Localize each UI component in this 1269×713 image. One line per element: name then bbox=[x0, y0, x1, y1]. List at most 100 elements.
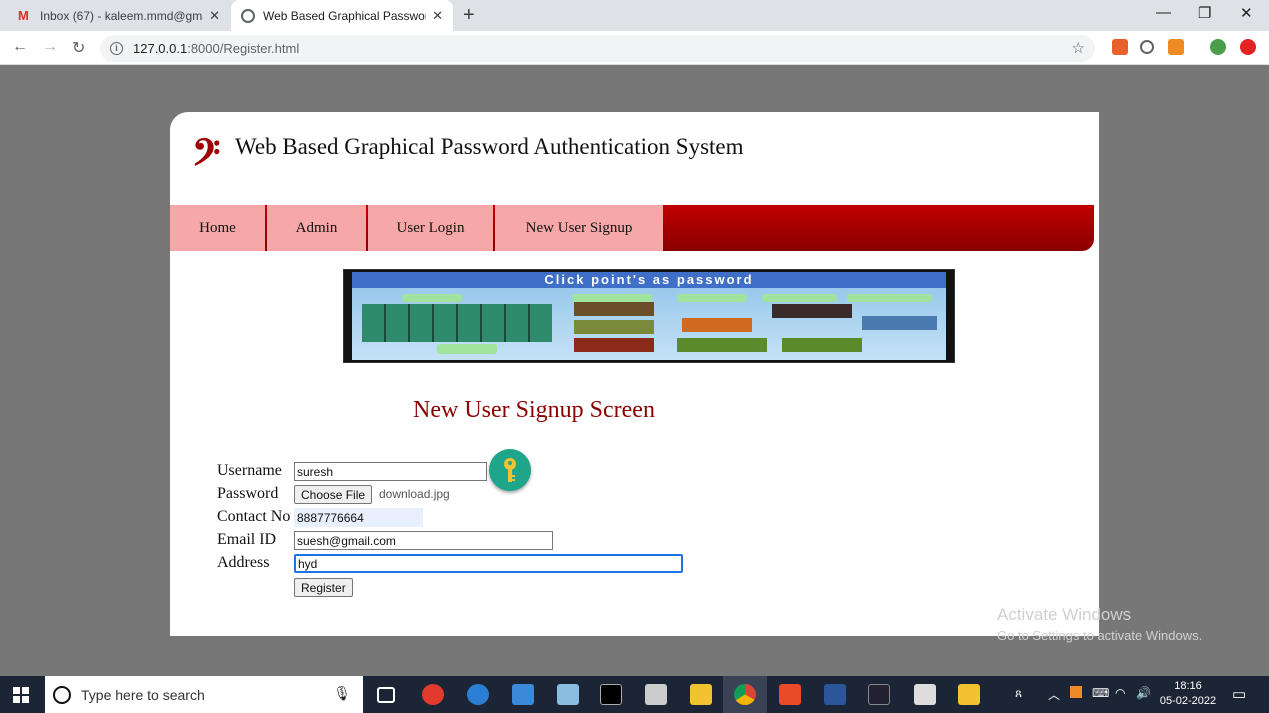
contact-input[interactable] bbox=[294, 508, 423, 527]
browser-tab-bar: M Inbox (67) - kaleem.mmd@gmail ✕ Web Ba… bbox=[0, 0, 1269, 31]
app-icon[interactable] bbox=[868, 684, 890, 705]
store-icon[interactable] bbox=[512, 684, 534, 705]
chrome-icon[interactable] bbox=[734, 684, 756, 705]
microphone-icon[interactable]: 🎙 bbox=[333, 685, 351, 702]
notifications-icon[interactable]: ▭ bbox=[1232, 685, 1246, 703]
task-view-icon[interactable] bbox=[377, 687, 395, 703]
forward-icon[interactable]: → bbox=[42, 38, 58, 56]
banner-image: Click point's as password bbox=[343, 269, 955, 363]
nav-menu: Home Admin User Login New User Signup bbox=[170, 205, 1094, 251]
nav-home[interactable]: Home bbox=[170, 205, 265, 251]
reload-icon[interactable]: ↻ bbox=[72, 38, 85, 58]
input-language-icon[interactable]: ⌨ bbox=[1092, 686, 1109, 700]
email-label: Email ID bbox=[217, 531, 277, 548]
register-button[interactable]: Register bbox=[294, 578, 353, 597]
banner-label bbox=[847, 294, 932, 302]
activate-windows-subtext: Go to Settings to activate Windows. bbox=[997, 628, 1203, 643]
banner-thumb bbox=[574, 320, 654, 334]
globe-icon bbox=[241, 8, 255, 23]
search-icon bbox=[53, 685, 71, 704]
key-icon[interactable] bbox=[489, 449, 531, 491]
url-field[interactable]: i 127.0.0.1:8000/Register.html ☆ bbox=[100, 35, 1095, 62]
file-explorer-icon[interactable] bbox=[690, 684, 712, 705]
url-host: 127.0.0.1 bbox=[133, 41, 188, 56]
banner-thumb bbox=[782, 338, 862, 352]
banner-label bbox=[572, 294, 652, 302]
tab-title: Web Based Graphical Password A bbox=[263, 8, 426, 23]
windows-start-icon[interactable] bbox=[13, 687, 29, 703]
app-icon[interactable] bbox=[914, 684, 936, 705]
wifi-icon[interactable]: ◠ bbox=[1115, 686, 1125, 700]
email-input[interactable] bbox=[294, 531, 553, 550]
banner-label bbox=[437, 344, 497, 354]
banner-heading: Click point's as password bbox=[352, 272, 946, 288]
contact-label: Contact No bbox=[217, 508, 291, 525]
choose-file-button[interactable]: Choose File bbox=[294, 485, 373, 504]
back-icon[interactable]: ← bbox=[12, 38, 28, 56]
extension-search-icon[interactable] bbox=[1140, 40, 1154, 54]
edge-icon[interactable] bbox=[467, 684, 489, 705]
extension-red-icon[interactable] bbox=[1240, 39, 1256, 55]
taskbar-clock[interactable]: 18:16 05-02-2022 bbox=[1158, 679, 1218, 709]
search-placeholder: Type here to search bbox=[81, 686, 205, 703]
minimize-icon[interactable]: — bbox=[1156, 4, 1171, 21]
banner-grid-image bbox=[362, 304, 552, 342]
banner-graphic: Click point's as password bbox=[352, 272, 946, 360]
banner-label bbox=[402, 294, 462, 302]
close-icon[interactable]: ✕ bbox=[209, 8, 220, 24]
site-title: Web Based Graphical Password Authenticat… bbox=[235, 134, 744, 159]
activate-windows-watermark: Activate Windows bbox=[997, 605, 1132, 624]
windows-taskbar: Type here to search 🎙 ጸ ︿ ⌨ ◠ 🔊 18:16 05… bbox=[0, 676, 1269, 713]
word-icon[interactable] bbox=[824, 684, 846, 705]
banner-thumb bbox=[682, 318, 752, 332]
extension-globe-icon[interactable] bbox=[1210, 39, 1226, 55]
tab-title: Inbox (67) - kaleem.mmd@gmail bbox=[40, 8, 204, 23]
tab-gmail[interactable]: M Inbox (67) - kaleem.mmd@gmail ✕ bbox=[8, 0, 230, 31]
page-card: 𝄢 Web Based Graphical Password Authentic… bbox=[170, 112, 1099, 636]
banner-thumb bbox=[862, 316, 937, 330]
nav-new-user-signup[interactable]: New User Signup bbox=[495, 205, 663, 251]
username-input[interactable] bbox=[294, 462, 487, 481]
nav-user-login[interactable]: User Login bbox=[368, 205, 493, 251]
address-input[interactable] bbox=[294, 554, 683, 573]
app-icon[interactable] bbox=[645, 684, 667, 705]
password-label: Password bbox=[217, 485, 279, 502]
extension-offer-icon[interactable] bbox=[1112, 39, 1128, 55]
tab-register[interactable]: Web Based Graphical Password A ✕ bbox=[231, 0, 453, 31]
app-icon[interactable] bbox=[422, 684, 444, 705]
banner-label bbox=[762, 294, 837, 302]
chosen-file-name: download.jpg bbox=[379, 487, 450, 501]
restore-icon[interactable]: ❐ bbox=[1198, 4, 1211, 22]
address-bar-row: ← → ↻ i 127.0.0.1:8000/Register.html ☆ bbox=[0, 31, 1269, 65]
banner-thumb bbox=[772, 304, 852, 318]
url-path: :8000/Register.html bbox=[187, 41, 300, 56]
taskbar-search-input[interactable]: Type here to search 🎙 bbox=[45, 676, 363, 713]
clock-date: 05-02-2022 bbox=[1159, 695, 1217, 707]
close-icon[interactable]: ✕ bbox=[432, 8, 443, 24]
volume-icon[interactable]: 🔊 bbox=[1136, 686, 1151, 700]
banner-thumb bbox=[574, 302, 654, 316]
gmail-icon: M bbox=[18, 8, 29, 23]
form-title: New User Signup Screen bbox=[413, 397, 655, 423]
metamask-fox-icon[interactable] bbox=[1168, 39, 1184, 55]
info-icon[interactable]: i bbox=[110, 42, 123, 55]
close-window-icon[interactable]: ✕ bbox=[1240, 4, 1253, 22]
logo-icon: 𝄢 bbox=[192, 132, 221, 183]
app-icon[interactable] bbox=[779, 684, 801, 705]
bookmark-star-icon[interactable]: ☆ bbox=[1072, 39, 1085, 57]
nav-admin[interactable]: Admin bbox=[267, 205, 366, 251]
clock-time: 18:16 bbox=[1174, 680, 1202, 692]
app-icon[interactable] bbox=[557, 684, 579, 705]
python-icon[interactable] bbox=[958, 684, 980, 705]
new-tab-icon[interactable]: + bbox=[463, 4, 475, 27]
banner-label bbox=[677, 294, 747, 302]
tray-app-icon[interactable] bbox=[1070, 686, 1082, 698]
people-icon[interactable]: ጸ bbox=[1015, 686, 1022, 701]
terminal-icon[interactable] bbox=[600, 684, 622, 705]
banner-thumb bbox=[677, 338, 767, 352]
banner-thumb bbox=[574, 338, 654, 352]
key-glyph bbox=[504, 458, 516, 482]
address-label: Address bbox=[217, 554, 270, 571]
username-label: Username bbox=[217, 462, 282, 479]
chevron-up-icon[interactable]: ︿ bbox=[1048, 686, 1060, 703]
